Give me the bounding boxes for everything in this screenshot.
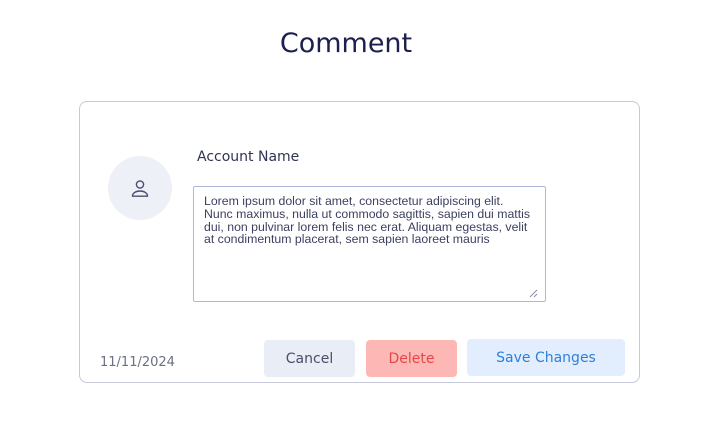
delete-button[interactable]: Delete — [366, 340, 457, 377]
comment-date: 11/11/2024 — [100, 355, 175, 370]
user-icon — [130, 178, 150, 198]
account-name: Account Name — [197, 149, 300, 165]
cancel-button[interactable]: Cancel — [264, 340, 355, 377]
comment-card: Account Name Lorem ipsum dolor sit amet,… — [79, 101, 640, 383]
page-title: Comment — [279, 28, 413, 59]
save-changes-button[interactable]: Save Changes — [467, 339, 625, 376]
resize-handle-icon[interactable] — [528, 285, 538, 298]
comment-textarea[interactable]: Lorem ipsum dolor sit amet, consectetur … — [193, 186, 546, 302]
avatar — [108, 156, 172, 220]
